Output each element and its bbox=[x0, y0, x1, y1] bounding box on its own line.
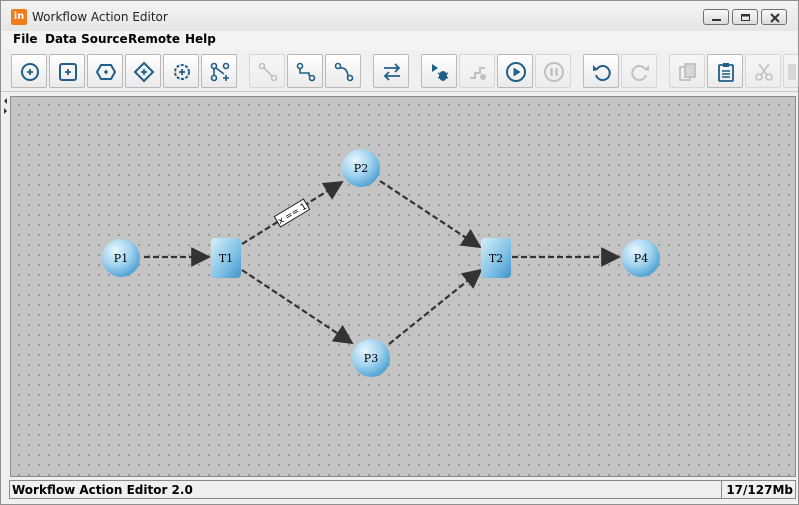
add-branch-button[interactable] bbox=[201, 54, 237, 88]
copy-icon bbox=[679, 63, 696, 81]
pause-button[interactable] bbox=[535, 54, 571, 88]
step-icon bbox=[470, 67, 486, 80]
arc-p2-t2[interactable] bbox=[379, 180, 482, 249]
add-diamond-button[interactable] bbox=[125, 54, 161, 88]
toolbar bbox=[1, 50, 799, 92]
connect-step-button[interactable] bbox=[287, 54, 323, 88]
minimize-icon bbox=[712, 19, 721, 21]
connect-button[interactable] bbox=[249, 54, 285, 88]
editor-canvas[interactable]: x == 1 P1 P2 P3 P4 T1 T2 bbox=[11, 97, 795, 476]
close-button[interactable] bbox=[761, 9, 787, 25]
transition-label: T2 bbox=[489, 252, 503, 265]
menu-data-source[interactable]: Data Source bbox=[45, 32, 128, 46]
place-node[interactable]: P1 bbox=[102, 239, 140, 277]
place-label: P4 bbox=[634, 252, 648, 265]
editor-canvas-frame: x == 1 P1 P2 P3 P4 T1 T2 bbox=[10, 96, 796, 477]
connect-curve-button[interactable] bbox=[325, 54, 361, 88]
title-bar: in Workflow Action Editor bbox=[1, 1, 798, 31]
swap-arrows-icon bbox=[383, 63, 401, 81]
place-node[interactable]: P3 bbox=[352, 339, 390, 377]
collapse-arrows-icon bbox=[4, 98, 7, 114]
place-label: P3 bbox=[364, 352, 378, 365]
add-diamond-icon bbox=[133, 61, 155, 83]
paste-icon bbox=[718, 63, 734, 82]
arc-t1-p3[interactable] bbox=[241, 269, 354, 345]
minimize-button[interactable] bbox=[703, 9, 729, 25]
app-logo-icon: in bbox=[11, 9, 27, 25]
copy-button[interactable] bbox=[669, 54, 705, 88]
play-icon bbox=[506, 62, 526, 82]
place-label: P2 bbox=[354, 162, 368, 175]
swap-arrows-button[interactable] bbox=[373, 54, 409, 88]
debug-run-button[interactable] bbox=[421, 54, 457, 88]
transition-node[interactable]: T1 bbox=[211, 238, 241, 278]
maximize-icon bbox=[741, 14, 750, 21]
transition-label: T1 bbox=[219, 252, 233, 265]
connect-step-icon bbox=[296, 62, 316, 82]
add-transition-button[interactable] bbox=[49, 54, 85, 88]
place-node[interactable]: P2 bbox=[342, 149, 380, 187]
paste-button[interactable] bbox=[707, 54, 743, 88]
add-hexagon-icon bbox=[95, 64, 117, 80]
connect-icon bbox=[258, 62, 278, 82]
menu-bar: File Data Source Remote Help bbox=[1, 31, 798, 50]
redo-button[interactable] bbox=[621, 54, 657, 88]
add-branch-icon bbox=[210, 62, 230, 82]
close-icon bbox=[770, 13, 780, 23]
status-bar: Workflow Action Editor 2.0 17/127Mb bbox=[9, 480, 796, 499]
step-button[interactable] bbox=[459, 54, 495, 88]
menu-file[interactable]: File bbox=[13, 32, 38, 46]
app-window: in Workflow Action Editor File Data Sour… bbox=[0, 0, 799, 505]
side-panel-toggle[interactable] bbox=[1, 96, 10, 478]
menu-help[interactable]: Help bbox=[185, 32, 216, 46]
status-version-text: Workflow Action Editor 2.0 bbox=[12, 483, 193, 497]
workflow-graph: x == 1 P1 P2 P3 P4 T1 T2 bbox=[102, 149, 660, 377]
arc-guard-label[interactable]: x == 1 bbox=[273, 198, 311, 228]
window-title: Workflow Action Editor bbox=[32, 10, 168, 24]
memory-usage-indicator: 17/127Mb bbox=[721, 481, 795, 498]
add-place-button[interactable] bbox=[11, 54, 47, 88]
add-transition-icon bbox=[59, 63, 77, 81]
place-node[interactable]: P4 bbox=[622, 239, 660, 277]
add-gear-icon bbox=[174, 64, 190, 80]
arc-p3-t2[interactable] bbox=[388, 268, 483, 345]
add-gear-button[interactable] bbox=[163, 54, 199, 88]
undo-button[interactable] bbox=[583, 54, 619, 88]
cut-icon bbox=[755, 63, 773, 81]
play-button[interactable] bbox=[497, 54, 533, 88]
add-place-icon bbox=[21, 63, 39, 81]
connect-curve-icon bbox=[334, 62, 354, 82]
redo-icon bbox=[631, 65, 649, 82]
undo-icon bbox=[593, 65, 611, 82]
pause-icon bbox=[544, 62, 564, 82]
cut-button[interactable] bbox=[745, 54, 781, 88]
menu-remote[interactable]: Remote bbox=[128, 32, 180, 46]
debug-run-icon bbox=[432, 64, 449, 81]
maximize-button[interactable] bbox=[732, 9, 758, 25]
transition-node[interactable]: T2 bbox=[481, 238, 511, 278]
add-hexagon-button[interactable] bbox=[87, 54, 123, 88]
delete-icon bbox=[788, 64, 796, 80]
delete-button[interactable] bbox=[783, 54, 799, 88]
place-label: P1 bbox=[114, 252, 128, 265]
